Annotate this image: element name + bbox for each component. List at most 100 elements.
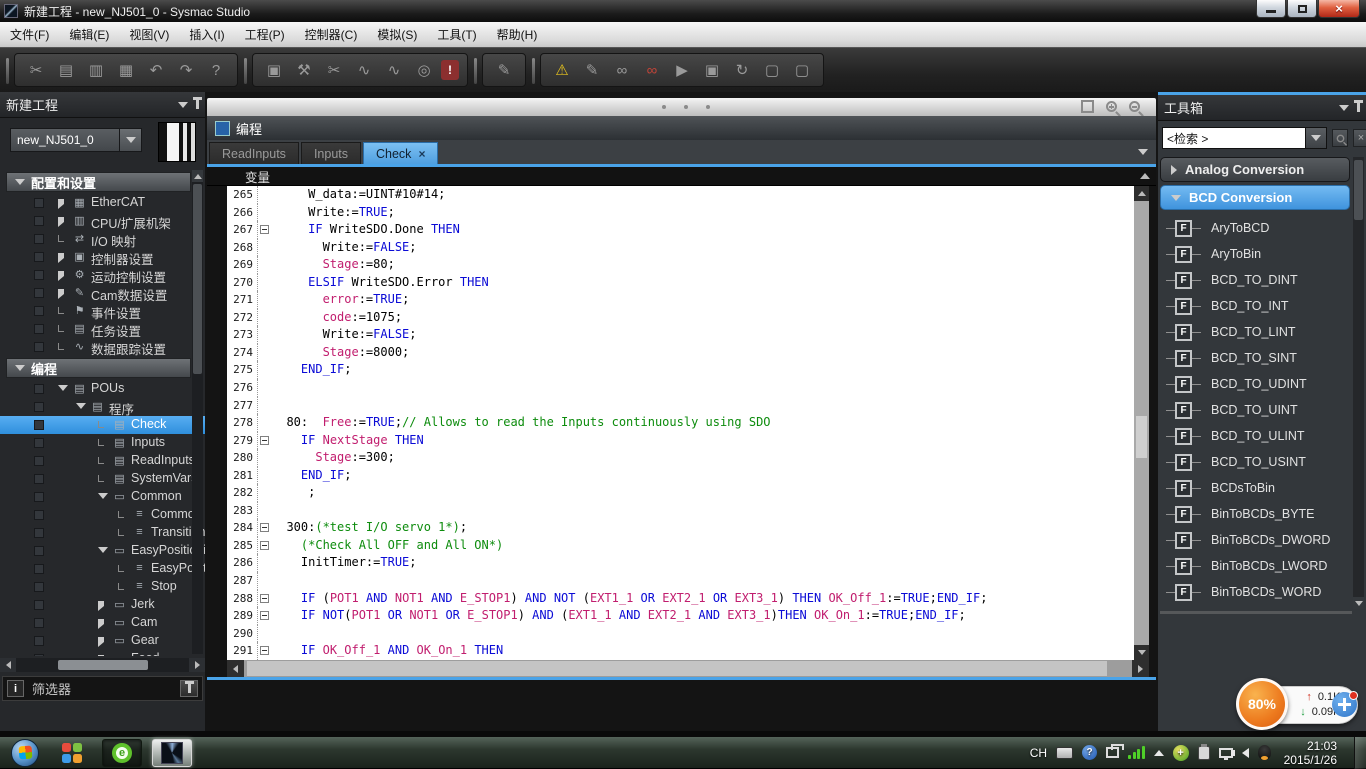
code-line-278[interactable]: 278 80: Free:=TRUE;// Allows to read the… xyxy=(227,414,1134,432)
tree-item-Inputs[interactable]: ▤Inputs xyxy=(0,434,205,452)
tree-item-----[interactable]: ▤任务设置 xyxy=(0,320,205,338)
tree-item-Common[interactable]: ▭Common xyxy=(0,488,205,506)
code-line-269[interactable]: 269 Stage:=80; xyxy=(227,256,1134,274)
restore-button[interactable] xyxy=(1287,0,1317,18)
tree-horizontal-scrollbar[interactable] xyxy=(0,658,205,672)
code-line-281[interactable]: 281 END_IF; xyxy=(227,467,1134,485)
tab-inputs[interactable]: Inputs xyxy=(301,142,361,164)
function-item-AryToBCD[interactable]: FAryToBCD xyxy=(1166,215,1358,241)
function-item-BCD_TO_INT[interactable]: FBCD_TO_INT xyxy=(1166,293,1358,319)
tree-item-Stop[interactable]: ≡Stop xyxy=(0,578,205,596)
project-window-icon[interactable]: ▣ xyxy=(261,57,287,83)
tree-item-SystemVars[interactable]: ▤SystemVars xyxy=(0,470,205,488)
code-horizontal-scrollbar[interactable] xyxy=(227,660,1149,677)
panel-menu-icon[interactable] xyxy=(178,102,188,108)
stop-monitor-icon[interactable]: ∞ xyxy=(639,57,665,83)
clipboard-icon[interactable] xyxy=(1198,746,1210,760)
memory-percent-badge[interactable]: 80% xyxy=(1236,678,1288,730)
paste-icon[interactable]: ▥ xyxy=(83,57,109,83)
wifi-icon[interactable] xyxy=(1128,746,1145,759)
editor-caption-bar[interactable] xyxy=(207,98,1156,116)
code-line-280[interactable]: 280 Stage:=300; xyxy=(227,449,1134,467)
run-mode-icon[interactable]: ▶ xyxy=(669,57,695,83)
transfer-from-icon[interactable]: ▢ xyxy=(789,57,815,83)
undo-icon[interactable]: ↶ xyxy=(143,57,169,83)
filter-pin-button[interactable] xyxy=(180,680,198,697)
expand-arrow-icon[interactable] xyxy=(58,289,64,299)
check-all-icon[interactable]: ∿ xyxy=(381,57,407,83)
keyboard-icon[interactable] xyxy=(1056,747,1073,759)
go-offline-icon[interactable]: ✎ xyxy=(579,57,605,83)
code-line-268[interactable]: 268 Write:=FALSE; xyxy=(227,239,1134,257)
function-item-BCD_TO_DINT[interactable]: FBCD_TO_DINT xyxy=(1166,267,1358,293)
tree-item-Common[interactable]: ≡Common xyxy=(0,506,205,524)
delete-icon[interactable]: ▦ xyxy=(113,57,139,83)
expand-arrow-icon[interactable] xyxy=(98,547,108,553)
search-icon[interactable]: ◎ xyxy=(411,57,437,83)
check-selected-icon[interactable]: ∿ xyxy=(351,57,377,83)
tab-check[interactable]: Check× xyxy=(363,142,438,164)
code-line-290[interactable]: 290 xyxy=(227,625,1134,643)
tree-item-Cam----[interactable]: ✎Cam数据设置 xyxy=(0,284,205,302)
tree-item------[interactable]: ▣控制器设置 xyxy=(0,248,205,266)
tab-list-dropdown-icon[interactable] xyxy=(1138,149,1148,155)
expand-arrow-icon[interactable] xyxy=(58,199,64,209)
code-line-271[interactable]: 271 error:=TRUE; xyxy=(227,291,1134,309)
function-item-BCD_TO_LINT[interactable]: FBCD_TO_LINT xyxy=(1166,319,1358,345)
tree-item-ReadInputs[interactable]: ▤ReadInputs xyxy=(0,452,205,470)
code-line-288[interactable]: 288 IF (POT1 AND NOT1 AND E_STOP1) AND N… xyxy=(227,590,1134,608)
taskbar-app-360-manager[interactable] xyxy=(52,739,92,767)
help-icon[interactable]: ? xyxy=(1082,745,1097,760)
menu-item-6[interactable]: 模拟(S) xyxy=(367,22,427,47)
window-tray-icon[interactable] xyxy=(1106,747,1119,758)
code-line-272[interactable]: 272 code:=1075; xyxy=(227,309,1134,327)
qq-icon[interactable] xyxy=(1258,745,1271,760)
toolbox-menu-icon[interactable] xyxy=(1339,105,1349,111)
build-icon[interactable]: ⚒ xyxy=(291,57,317,83)
collapse-variables-icon[interactable] xyxy=(1140,173,1150,179)
expand-arrow-icon[interactable] xyxy=(58,253,64,263)
code-line-287[interactable]: 287 xyxy=(227,572,1134,590)
expand-arrow-icon[interactable] xyxy=(58,217,64,227)
tree-item-Jerk[interactable]: ▭Jerk xyxy=(0,596,205,614)
tree-item-Check[interactable]: ▤Check xyxy=(0,416,205,434)
scroll-left-button[interactable] xyxy=(227,660,244,677)
menu-item-8[interactable]: 帮助(H) xyxy=(487,22,548,47)
language-indicator[interactable]: CH xyxy=(1030,746,1047,760)
code-line-273[interactable]: 273 Write:=FALSE; xyxy=(227,326,1134,344)
function-item-BinToBCDs_BYTE[interactable]: FBinToBCDs_BYTE xyxy=(1166,501,1358,527)
fold-collapse-icon[interactable] xyxy=(260,646,269,655)
pin-icon[interactable] xyxy=(196,100,199,109)
function-item-BCDsToBin[interactable]: FBCDsToBin xyxy=(1166,475,1358,501)
volume-icon[interactable] xyxy=(1242,748,1249,758)
tree-item-POUs[interactable]: ▤POUs xyxy=(0,380,205,398)
code-vscrollbar-thumb[interactable] xyxy=(1136,416,1147,458)
variables-bar[interactable]: 变量 xyxy=(207,167,1156,186)
function-item-BCD_TO_USINT[interactable]: FBCD_TO_USINT xyxy=(1166,449,1358,475)
monitor-icon[interactable]: ∞ xyxy=(609,57,635,83)
code-line-286[interactable]: 286 InitTimer:=TRUE; xyxy=(227,554,1134,572)
device-selector[interactable]: new_NJ501_0 xyxy=(10,128,120,152)
menu-item-7[interactable]: 工具(T) xyxy=(427,22,486,47)
function-item-BCD_TO_UDINT[interactable]: FBCD_TO_UDINT xyxy=(1166,371,1358,397)
code-vertical-scrollbar[interactable] xyxy=(1134,186,1149,660)
scroll-down-button[interactable] xyxy=(1353,597,1364,609)
clock[interactable]: 21:03 2015/1/26 xyxy=(1284,739,1337,767)
function-item-BinToBCDs_LWORD[interactable]: FBinToBCDs_LWORD xyxy=(1166,553,1358,579)
menu-item-4[interactable]: 工程(P) xyxy=(235,22,295,47)
fold-collapse-icon[interactable] xyxy=(260,541,269,550)
tree-vertical-scrollbar[interactable] xyxy=(192,170,203,654)
scroll-right-button[interactable] xyxy=(189,658,205,672)
redo-icon[interactable]: ↷ xyxy=(173,57,199,83)
toolbox-pin-icon[interactable] xyxy=(1357,103,1360,112)
menu-item-0[interactable]: 文件(F) xyxy=(0,22,59,47)
menu-item-5[interactable]: 控制器(C) xyxy=(295,22,368,47)
code-hscrollbar-thumb[interactable] xyxy=(247,661,1107,676)
tree-section-1[interactable]: 编程 xyxy=(6,358,191,378)
tree-item-Cam[interactable]: ▭Cam xyxy=(0,614,205,632)
code-line-283[interactable]: 283 xyxy=(227,502,1134,520)
tree-item---[interactable]: ▤程序 xyxy=(0,398,205,416)
expand-arrow-icon[interactable] xyxy=(98,601,104,611)
zoom-in-icon[interactable] xyxy=(1106,101,1117,112)
expand-arrow-icon[interactable] xyxy=(76,403,86,409)
